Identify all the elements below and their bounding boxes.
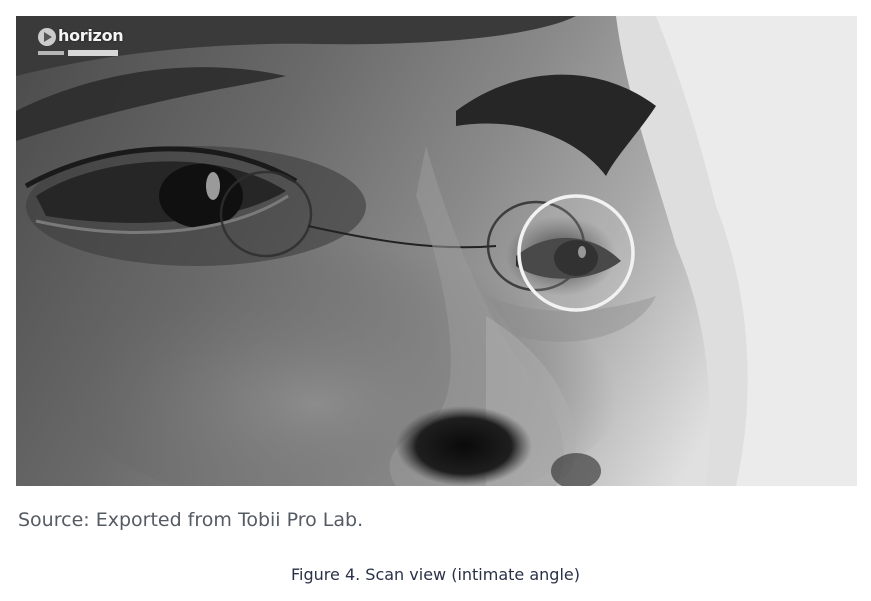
figure-caption: Figure 4. Scan view (intimate angle)	[291, 565, 580, 584]
gaze-fixation-overlay	[517, 194, 635, 312]
logo-subtitle-graphic	[38, 50, 122, 57]
figure-photo: horizon	[16, 16, 857, 486]
figure-source-note: Source: Exported from Tobii Pro Lab.	[18, 509, 364, 531]
channel-logo: horizon	[36, 24, 126, 64]
logo-wordmark: horizon	[58, 26, 124, 45]
figure-page: horizon Source: Exported from Tobii Pro …	[0, 0, 871, 601]
play-logo-icon	[38, 28, 56, 46]
